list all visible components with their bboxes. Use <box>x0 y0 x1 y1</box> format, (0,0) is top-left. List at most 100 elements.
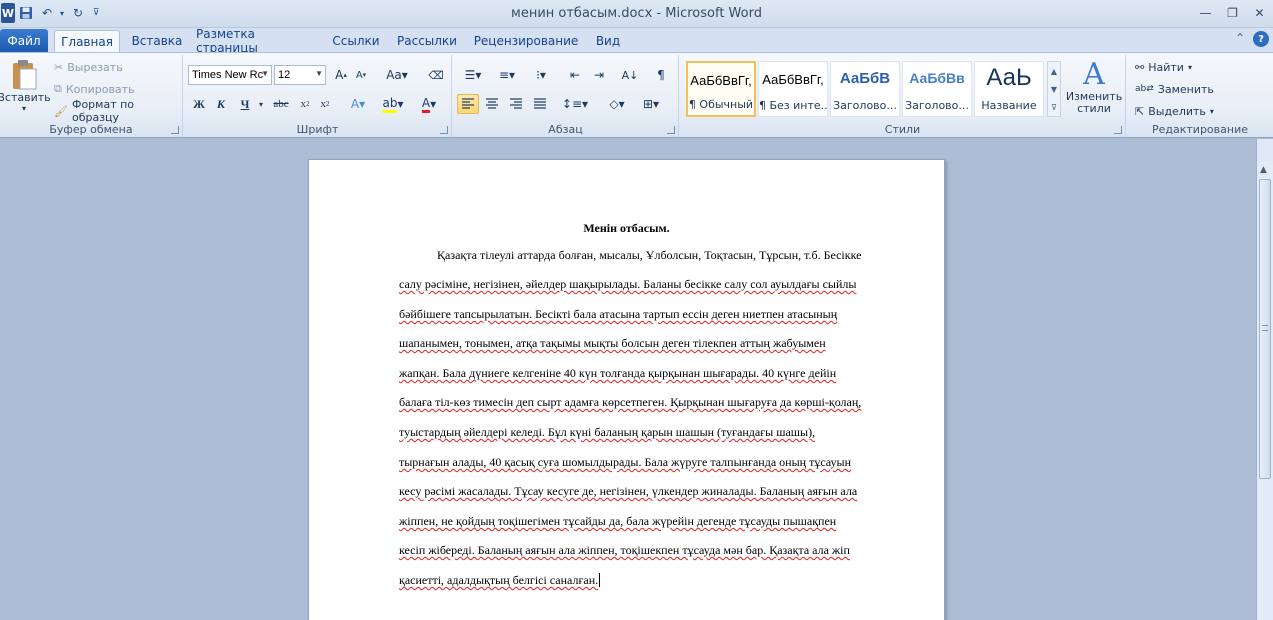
document-line: салу рәсіміне, негізінен, әйелдер шақыры… <box>399 277 857 291</box>
bold-icon[interactable]: Ж <box>190 94 208 114</box>
font-size-combo[interactable]: 12 ▼ <box>274 65 326 85</box>
style-name: Название <box>981 99 1037 112</box>
clipboard-group-label: Буфер обмена <box>49 123 133 136</box>
font-color-icon[interactable]: A ▾ <box>416 94 442 114</box>
document-line: шапанымен, тонымен, атқа тақымы мықты бо… <box>399 336 826 350</box>
paragraph-group: ☰▾ ≡▾ ⁝▾ ⇤ ⇥ A↓ ¶ ↕≡▾ ◇▾ ⊞▾ Абзац <box>453 55 679 137</box>
collapse-ribbon-icon[interactable]: ⌃ <box>1235 31 1245 47</box>
style-sample: АаБбВ <box>839 70 891 87</box>
scroll-down-icon[interactable]: ▼ <box>1051 85 1057 94</box>
chevron-down-icon: ▼ <box>261 69 269 78</box>
style-sample: АаБбВвГг, <box>762 72 824 87</box>
decrease-indent-icon[interactable]: ⇤ <box>565 65 585 85</box>
text-cursor <box>599 573 601 587</box>
tab-insert[interactable]: Вставка <box>126 30 188 52</box>
clipboard-dialog-launcher-icon[interactable] <box>171 126 179 134</box>
multilevel-list-icon[interactable]: ⁝▾ <box>527 65 555 85</box>
shrink-font-icon[interactable]: A ▾ <box>352 65 370 85</box>
select-button[interactable]: ⇱ Выделить ▾ <box>1135 101 1214 121</box>
font-group: Times New Rc ▼ 12 ▼ A ▴ A ▾ Aa▾ ⌫ Ж К Ч ▾ … <box>184 55 452 137</box>
superscript-icon[interactable]: x2 <box>316 94 334 114</box>
line-spacing-icon[interactable]: ↕≡▾ <box>561 94 589 114</box>
tab-file[interactable]: Файл <box>0 29 48 52</box>
more-styles-icon[interactable]: ⊽ <box>1051 103 1057 112</box>
italic-icon[interactable]: К <box>212 94 230 114</box>
select-label: Выделить <box>1148 104 1206 118</box>
document-line: туыстардың әйелдері келеді. Бұл күні бал… <box>399 425 816 439</box>
change-case-icon[interactable]: Aa▾ <box>384 65 410 85</box>
vertical-scrollbar[interactable]: ▲ <box>1256 161 1273 620</box>
document-last-line: қасиетті, адалдықтың белгісі саналған. <box>399 573 601 588</box>
numbering-icon[interactable]: ≡▾ <box>493 65 521 85</box>
tab-review[interactable]: Рецензирование <box>472 30 580 52</box>
font-name-combo[interactable]: Times New Rc ▼ <box>188 65 272 85</box>
shading-icon[interactable]: ◇▾ <box>603 94 631 114</box>
font-dialog-launcher-icon[interactable] <box>440 126 448 134</box>
text-effects-icon[interactable]: A▾ <box>346 94 370 114</box>
styles-gallery-scroller[interactable]: ▲ ▼ ⊽ <box>1047 61 1061 117</box>
style-title[interactable]: АаЬ Название <box>974 61 1044 117</box>
style-heading-2[interactable]: АаБбВв Заголово... <box>902 61 972 117</box>
chevron-down-icon: ▾ <box>1187 62 1192 72</box>
tab-mailings[interactable]: Рассылки <box>394 30 460 52</box>
document-line: балаға тіл-көз тимесін деп сырт адамға к… <box>399 395 862 409</box>
underline-icon[interactable]: Ч <box>236 94 254 114</box>
copy-button[interactable]: ⧉ Копировать <box>54 79 135 99</box>
paragraph-group-label: Абзац <box>548 123 583 136</box>
tab-page-layout[interactable]: Разметка страницы <box>196 27 316 55</box>
align-center-icon[interactable] <box>481 94 503 114</box>
scissors-icon: ✂ <box>54 60 64 74</box>
justify-icon[interactable] <box>529 94 551 114</box>
change-styles-button[interactable]: A Изменить стили <box>1064 59 1124 115</box>
font-group-label: Шрифт <box>296 123 339 136</box>
format-painter-label: Формат по образцу <box>71 98 135 124</box>
document-line: тырнағын алады, 40 қасық суға шомылдырад… <box>399 455 851 469</box>
align-right-icon[interactable] <box>505 94 527 114</box>
show-formatting-marks-icon[interactable]: ¶ <box>651 65 671 85</box>
increase-indent-icon[interactable]: ⇥ <box>589 65 609 85</box>
help-area: ⌃ ? <box>1235 31 1269 47</box>
document-line: жіппен, не қойдың тоқішегімен тұсайды да… <box>399 514 837 528</box>
strikethrough-icon[interactable]: abc <box>270 94 292 114</box>
tab-home[interactable]: Главная <box>54 30 120 52</box>
styles-dialog-launcher-icon[interactable] <box>1114 126 1122 134</box>
style-heading-1[interactable]: АаБбВ Заголово... <box>830 61 900 117</box>
paste-button[interactable]: Вставить ▾ <box>0 59 51 113</box>
help-icon[interactable]: ? <box>1253 31 1269 47</box>
scrollbar-thumb[interactable] <box>1259 179 1271 479</box>
bullets-icon[interactable]: ☰▾ <box>459 65 487 85</box>
scroll-up-arrow-icon[interactable]: ▲ <box>1260 165 1267 175</box>
replace-button[interactable]: ab⇄ Заменить <box>1135 79 1214 99</box>
format-painter-button[interactable]: 🖌 Формат по образцу <box>54 98 182 124</box>
clear-formatting-icon[interactable]: ⌫ <box>426 65 446 85</box>
paste-dropdown-icon: ▾ <box>21 104 26 113</box>
document-heading: Менін отбасым. <box>583 221 670 235</box>
scroll-up-icon[interactable]: ▲ <box>1051 67 1057 76</box>
replace-icon: ab⇄ <box>1135 84 1154 94</box>
window-controls: — ❐ ✕ <box>1192 0 1273 26</box>
find-button[interactable]: ⚯ Найти ▾ <box>1135 57 1192 77</box>
style-sample: АаБбВвГг, <box>690 73 752 88</box>
copy-label: Копировать <box>65 82 135 96</box>
sort-icon[interactable]: A↓ <box>619 65 641 85</box>
style-normal[interactable]: АаБбВвГг, ¶ Обычный <box>686 61 756 117</box>
tab-references[interactable]: Ссылки <box>328 30 384 52</box>
tab-view[interactable]: Вид <box>590 30 626 52</box>
scrollbar-grip-icon <box>1262 325 1268 331</box>
editing-group: ⚯ Найти ▾ ab⇄ Заменить ⇱ Выделить ▾ Реда… <box>1127 55 1273 137</box>
restore-icon[interactable]: ❐ <box>1219 0 1246 26</box>
align-left-icon[interactable] <box>457 94 479 114</box>
underline-dropdown-icon[interactable]: ▾ <box>256 94 266 114</box>
close-icon[interactable]: ✕ <box>1246 0 1273 26</box>
document-page[interactable]: Менін отбасым. Қазақта тілеулі аттарда б… <box>308 159 945 620</box>
subscript-icon[interactable]: x2 <box>296 94 314 114</box>
minimize-icon[interactable]: — <box>1192 0 1219 26</box>
view-ruler-icon[interactable] <box>1256 139 1273 161</box>
style-no-spacing[interactable]: АаБбВвГг, ¶ Без инте... <box>758 61 828 117</box>
grow-font-icon[interactable]: A ▴ <box>332 65 350 85</box>
highlight-icon[interactable]: ab ▾ <box>380 94 406 114</box>
paragraph-dialog-launcher-icon[interactable] <box>667 126 675 134</box>
cut-button[interactable]: ✂ Вырезать <box>54 57 123 77</box>
borders-icon[interactable]: ⊞▾ <box>637 94 665 114</box>
binoculars-icon: ⚯ <box>1135 60 1145 74</box>
